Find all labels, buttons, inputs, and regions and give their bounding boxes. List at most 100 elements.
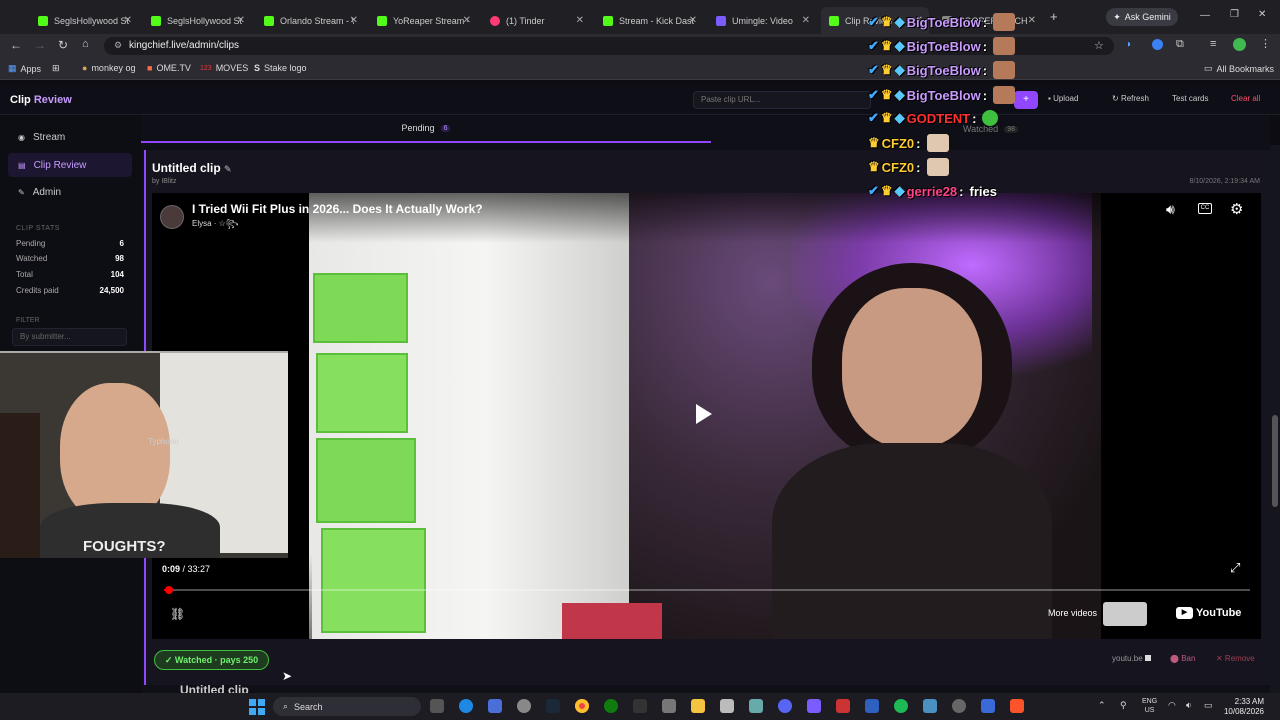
close-icon[interactable]: ✕ [350, 15, 358, 26]
wifi-icon[interactable]: ◠ [1168, 700, 1176, 711]
app-icon[interactable] [952, 699, 966, 713]
edit-icon[interactable]: ✎ [224, 164, 232, 174]
discord-icon[interactable] [778, 699, 792, 713]
add-clip-button[interactable]: + [1014, 91, 1038, 109]
app-icon[interactable] [749, 699, 763, 713]
youtube-logo[interactable]: ▶ YouTube [1176, 607, 1241, 619]
clip-title[interactable]: Untitled clip ✎ [152, 161, 232, 175]
video-title[interactable]: I Tried Wii Fit Plus in 2026... Does It … [192, 202, 483, 216]
bookmark-stake[interactable]: S Stake logo [254, 63, 307, 73]
extension-icon[interactable]: ◗ [1126, 39, 1138, 51]
sidebar-item-admin[interactable]: ✎ Admin [8, 180, 132, 204]
close-icon[interactable]: ✕ [576, 15, 584, 26]
channel-name[interactable]: Elysa · ☆꧂ [192, 218, 238, 234]
ban-button[interactable]: ⬤ Ban [1170, 654, 1195, 663]
close-icon[interactable]: ✕ [463, 15, 471, 26]
new-tab-button[interactable]: + [1050, 9, 1058, 24]
bookmark-ometv[interactable]: ■ OME.TV [147, 63, 191, 73]
progress-scrubber[interactable] [164, 586, 173, 594]
edge-icon[interactable] [459, 699, 473, 713]
youtube-embed[interactable]: I Tried Wii Fit Plus in 2026... Does It … [152, 193, 1261, 639]
close-icon[interactable]: ✕ [1028, 15, 1036, 26]
bookmark-star-icon[interactable]: ☆ [1094, 39, 1104, 52]
bookmark-grid[interactable]: ⊞ [52, 63, 60, 74]
extension-icon[interactable] [1152, 39, 1163, 50]
settings-icon[interactable] [662, 699, 676, 713]
chrome-icon[interactable] [575, 699, 589, 713]
test-cards-button[interactable]: Test cards [1172, 94, 1208, 103]
maximize-button[interactable]: ❐ [1230, 9, 1239, 20]
link-icon[interactable]: ⛓ [170, 607, 185, 621]
language-indicator[interactable]: ENG US [1142, 697, 1157, 715]
remove-button[interactable]: ✕ Remove [1216, 654, 1255, 663]
close-icon[interactable]: ✕ [237, 15, 245, 26]
minimize-button[interactable]: — [1200, 10, 1210, 21]
upload-button[interactable]: ▪ Upload [1048, 94, 1078, 103]
settings-gear-icon[interactable]: ⚙ [1230, 200, 1243, 218]
browser-tab[interactable]: Umingle: Video ✕ [708, 7, 816, 34]
ask-gemini-button[interactable]: ✦ Ask Gemini [1106, 8, 1178, 26]
volume-tray-icon[interactable]: 🔉︎ [1186, 700, 1192, 711]
all-bookmarks[interactable]: ▭ All Bookmarks [1204, 63, 1274, 74]
store-icon[interactable] [720, 699, 734, 713]
clear-all-button[interactable]: Clear all [1231, 94, 1260, 103]
home-icon[interactable]: ⌂ [82, 38, 89, 50]
tray-network-icon[interactable]: ⚲ [1120, 700, 1127, 711]
more-videos-label[interactable]: More videos [1048, 608, 1097, 618]
browser-tab[interactable]: SeglsHollywood St ✕ [143, 7, 251, 34]
site-info-icon[interactable]: ⚙ [114, 40, 122, 51]
volume-icon[interactable]: 🔊︎ [1166, 201, 1175, 218]
close-icon[interactable]: ✕ [124, 15, 132, 26]
task-view-icon[interactable] [430, 699, 444, 713]
app-icon[interactable] [923, 699, 937, 713]
app-icon[interactable] [836, 699, 850, 713]
bookmark-monkey[interactable]: ● monkey og [82, 63, 135, 73]
window-close-button[interactable]: ✕ [1258, 9, 1266, 20]
sidebar-item-clip-review[interactable]: ▤ Clip Review [8, 153, 132, 177]
more-videos-thumbnail[interactable] [1103, 602, 1147, 626]
spotify-icon[interactable] [894, 699, 908, 713]
taskbar-clock[interactable]: 2:33 AM 10/08/2026 [1210, 697, 1264, 717]
app-icon[interactable] [807, 699, 821, 713]
app-icon[interactable] [488, 699, 502, 713]
browser-tab[interactable]: SeglsHollywood St ✕ [30, 7, 138, 34]
forward-icon[interactable]: → [34, 38, 46, 52]
brave-icon[interactable] [1010, 699, 1024, 713]
powershell-icon[interactable] [865, 699, 879, 713]
epic-games-icon[interactable] [633, 699, 647, 713]
play-icon[interactable] [696, 404, 712, 424]
bookmark-moves[interactable]: 123 MOVES [200, 63, 248, 73]
back-icon[interactable]: ← [10, 38, 22, 52]
tray-chevron-icon[interactable]: ⌃ [1098, 700, 1106, 711]
close-icon[interactable]: ✕ [689, 15, 697, 26]
progress-track[interactable] [164, 589, 1250, 591]
close-icon[interactable]: ✕ [802, 15, 810, 26]
browser-tab[interactable]: Stream - Kick Dast ✕ [595, 7, 703, 34]
refresh-button[interactable]: ↻ Refresh [1112, 94, 1149, 103]
filter-input[interactable]: By submitter... [12, 328, 127, 346]
bookmark-apps[interactable]: ▦ Apps [8, 63, 41, 74]
taskbar-search[interactable]: ⌕ Search [273, 697, 421, 716]
browser-tab[interactable]: Orlando Stream - \ ✕ [256, 7, 364, 34]
xbox-icon[interactable] [604, 699, 618, 713]
start-windows-icon[interactable] [249, 699, 265, 715]
menu-icon[interactable]: ⋮ [1260, 37, 1271, 50]
page-scrollbar-thumb[interactable] [1272, 415, 1278, 507]
media-icon[interactable]: ≡ [1210, 38, 1216, 50]
extensions-puzzle-icon[interactable]: ⧉ [1176, 38, 1184, 51]
tab-pending[interactable]: Pending 6 [141, 115, 711, 143]
reload-icon[interactable]: ↻ [58, 38, 68, 52]
paste-url-input[interactable]: Paste clip URL... [693, 91, 871, 109]
file-explorer-icon[interactable] [691, 699, 705, 713]
watched-pays-button[interactable]: ✓ Watched · pays 250 [154, 650, 269, 670]
sidebar-item-stream[interactable]: ◉ Stream [8, 125, 132, 149]
profile-avatar[interactable] [1233, 38, 1246, 51]
browser-tab[interactable]: YoReaper Stream - ✕ [369, 7, 477, 34]
copy-icon[interactable] [1144, 655, 1151, 661]
app-icon[interactable] [981, 699, 995, 713]
channel-avatar[interactable] [160, 205, 184, 229]
app-icon[interactable] [517, 699, 531, 713]
fullscreen-icon[interactable]: ⤢ [1230, 560, 1240, 576]
steam-icon[interactable] [546, 699, 560, 713]
browser-tab[interactable]: (1) Tinder ✕ [482, 7, 590, 34]
